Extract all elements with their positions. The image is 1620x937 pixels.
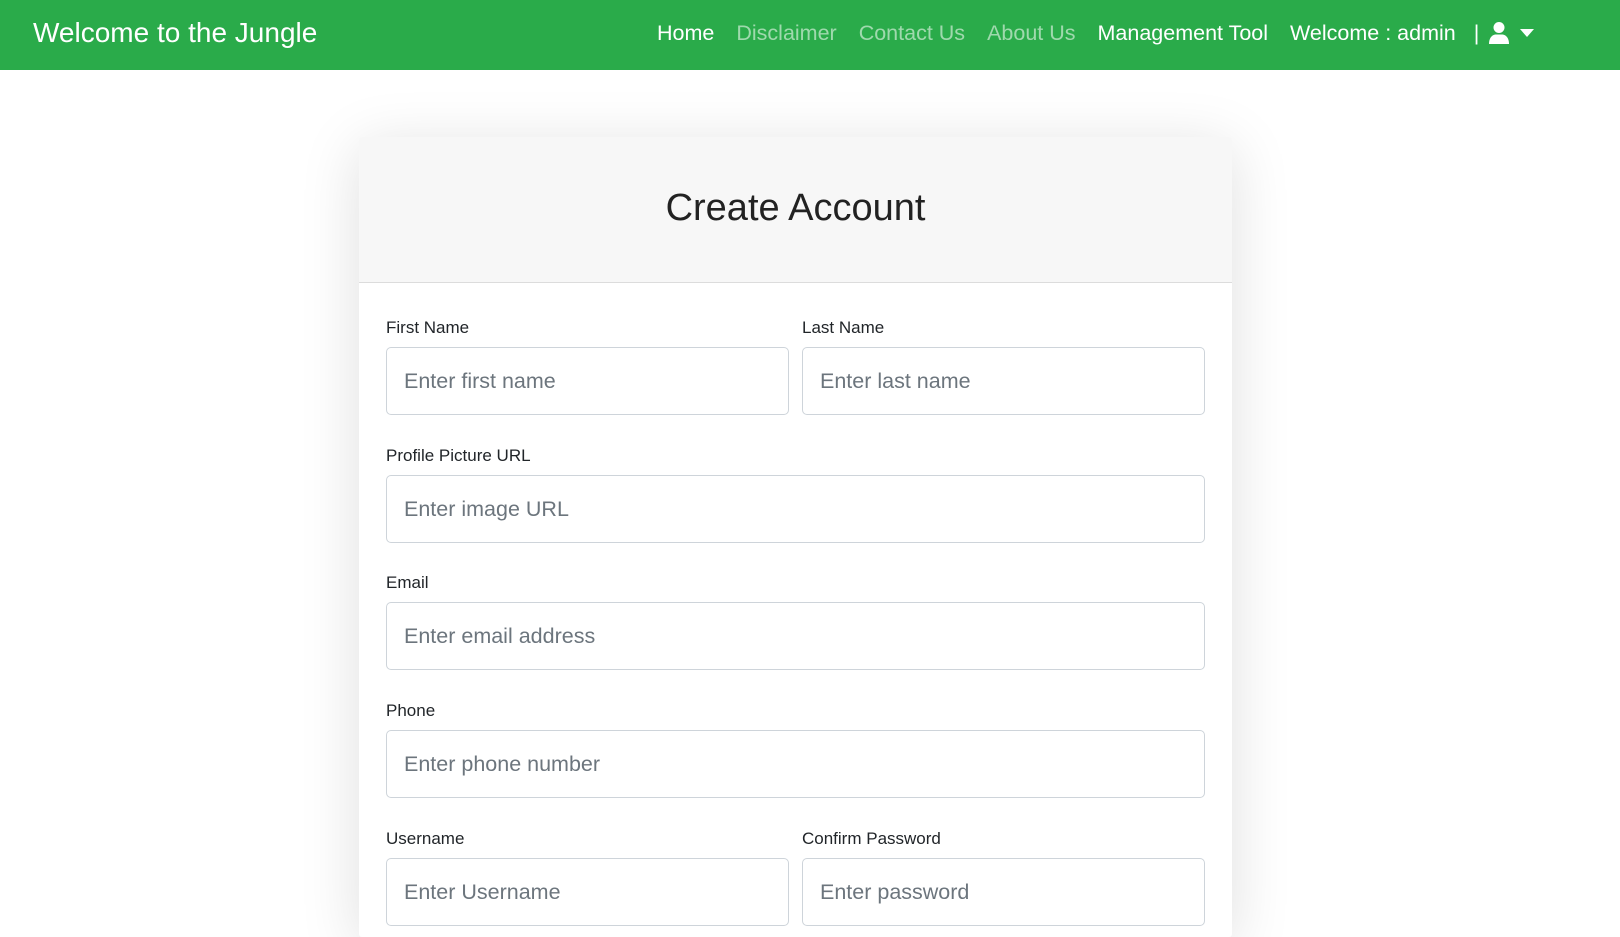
card-header: Create Account — [359, 137, 1232, 283]
last-name-label: Last Name — [802, 318, 885, 337]
page-title: Create Account — [665, 187, 926, 229]
welcome-user-text: Welcome : admin — [1290, 20, 1456, 45]
profile-picture-input[interactable] — [386, 475, 1205, 543]
nav-separator: | — [1473, 20, 1480, 45]
top-navbar: Welcome to the Jungle Home Disclaimer Co… — [0, 0, 1620, 70]
nav-link-about-us[interactable]: About Us — [987, 21, 1075, 46]
last-name-input[interactable] — [802, 347, 1205, 415]
brand-title[interactable]: Welcome to the Jungle — [33, 15, 317, 51]
phone-label: Phone — [386, 701, 436, 720]
phone-input[interactable] — [386, 730, 1205, 798]
caret-down-icon — [1520, 29, 1535, 37]
email-label: Email — [386, 573, 429, 592]
create-account-card: Create Account First Name Last Name Prof… — [359, 137, 1232, 937]
first-name-label: First Name — [386, 318, 470, 337]
nav-link-contact-us[interactable]: Contact Us — [859, 21, 965, 46]
nav-links: Home Disclaimer Contact Us About Us Mana… — [657, 17, 1535, 49]
username-label: Username — [386, 829, 465, 848]
username-input[interactable] — [386, 858, 789, 926]
confirm-password-label: Confirm Password — [802, 829, 941, 848]
user-menu-toggle[interactable] — [1489, 22, 1535, 44]
nav-link-home[interactable]: Home — [657, 21, 714, 46]
user-icon — [1489, 22, 1510, 44]
nav-link-management-tool[interactable]: Management Tool — [1098, 21, 1269, 46]
email-input[interactable] — [386, 602, 1205, 670]
profile-picture-label: Profile Picture URL — [386, 446, 531, 465]
first-name-input[interactable] — [386, 347, 789, 415]
confirm-password-input[interactable] — [802, 858, 1205, 926]
nav-link-disclaimer[interactable]: Disclaimer — [736, 21, 836, 46]
